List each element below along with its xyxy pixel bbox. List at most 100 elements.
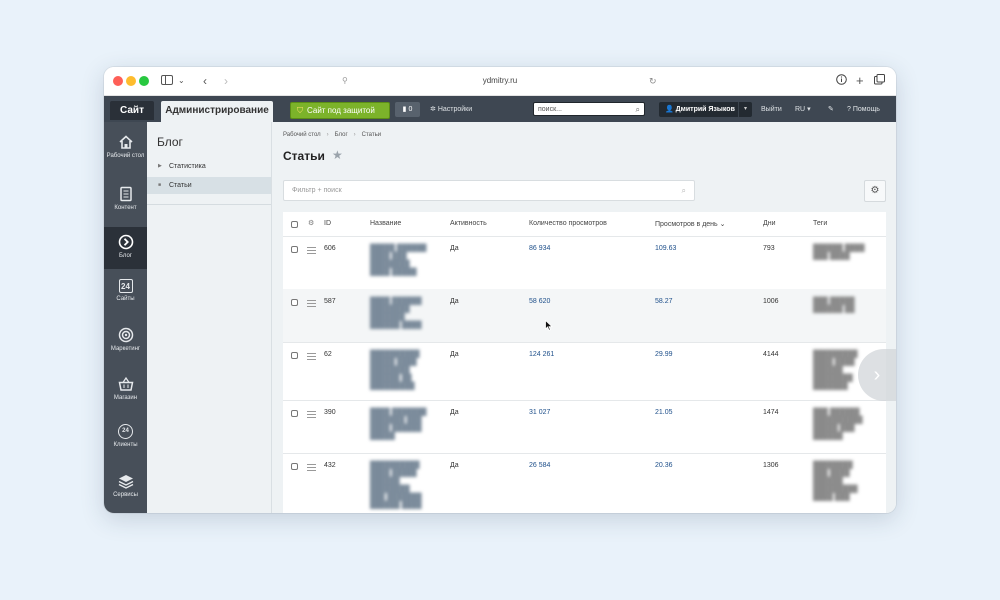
sub-nav-item-articles[interactable]: ■ Статьи <box>147 177 271 194</box>
document-icon <box>119 186 132 202</box>
row-checkbox[interactable] <box>291 463 298 470</box>
cell-tags-redacted: █████████ ████ ████ ██████ ████████ ███████ <box>813 351 858 390</box>
row-menu-icon[interactable] <box>307 353 316 362</box>
nav-item-blog[interactable]: Блог <box>104 227 147 269</box>
close-window-button[interactable] <box>113 76 123 86</box>
cell-name-redacted[interactable]: ██████████ █████ ████ ████████ ██████ ██ ███… <box>370 351 422 391</box>
row-checkbox[interactable] <box>291 410 298 417</box>
cell-name-redacted[interactable]: ██████████ ████ █████ ██████ ████████ ███ ██… <box>370 462 428 510</box>
nav-item-content[interactable]: Контент <box>104 186 147 212</box>
cell-name-redacted[interactable]: ████ ██████ ████████ ███████ ██████ ████ <box>370 298 426 330</box>
column-header-activity[interactable]: Активность <box>450 220 487 227</box>
gear-icon[interactable]: ⚙ <box>308 219 314 227</box>
column-header-tags[interactable]: Теги <box>813 220 827 227</box>
clock-label: 24 <box>122 428 129 434</box>
cell-id: 587 <box>324 298 336 305</box>
column-header-views[interactable]: Количество просмотров <box>529 220 607 227</box>
table-row[interactable]: 62 ██████████ █████ ████ ████████ ██████ ██… <box>283 342 886 401</box>
sidebar-toggle-icon[interactable] <box>161 73 173 89</box>
table-row[interactable]: 432 ██████████ ████ █████ ██████ ████████ ██… <box>283 453 886 513</box>
breadcrumb-item[interactable]: Блог <box>335 132 348 138</box>
cell-id: 432 <box>324 462 336 469</box>
column-header-id[interactable]: ID <box>324 220 331 227</box>
select-all-checkbox[interactable] <box>291 221 298 228</box>
sub-nav-item-statistics[interactable]: ▶ Статистика <box>147 158 271 175</box>
row-menu-icon[interactable] <box>307 411 316 420</box>
cell-name-redacted[interactable]: ████ ███████ ███████ ███ ████ ██████ █████ <box>370 409 432 441</box>
table-row[interactable]: 587 ████ ██████ ████████ ███████ ██████ ███… <box>283 289 886 343</box>
cell-days: 793 <box>763 245 775 252</box>
main-content: Рабочий стол › Блог › Статьи Статьи ★ Фильтр… <box>272 122 896 513</box>
forward-icon[interactable]: › <box>224 73 228 89</box>
page-settings-icon[interactable]: ⚲ <box>342 73 348 89</box>
star-icon[interactable]: ★ <box>332 148 343 162</box>
cell-views[interactable]: 26 584 <box>529 462 550 469</box>
language-label: RU <box>795 106 806 113</box>
cell-views-per-day[interactable]: 109.63 <box>655 245 676 252</box>
help-icon: ? <box>847 106 851 113</box>
admin-tab[interactable]: Администрирование <box>161 101 273 122</box>
cell-views-per-day[interactable]: 20.36 <box>655 462 673 469</box>
column-header-label: Просмотров в день <box>655 221 718 228</box>
column-header-days[interactable]: Дни <box>763 220 776 227</box>
table-row[interactable]: 606 █████ ██████ ████ ███ ████████ ████ ███… <box>283 236 886 290</box>
clock-24-icon: 24 <box>118 424 133 439</box>
chevron-down-icon[interactable]: ⌄ <box>178 73 185 89</box>
logout-link[interactable]: Выйти <box>761 102 782 117</box>
column-header-name[interactable]: Название <box>370 220 401 227</box>
nav-item-desktop[interactable]: Рабочий стол <box>104 134 147 160</box>
info-icon[interactable] <box>836 73 847 89</box>
table-row[interactable]: 390 ████ ███████ ███████ ███ ████ ██████ ██… <box>283 400 886 454</box>
nav-item-clients[interactable]: 24 Клиенты <box>104 424 147 449</box>
nav-label: Клиенты <box>113 442 138 448</box>
address-bar[interactable]: ydmitry.ru <box>404 74 596 88</box>
row-menu-icon[interactable] <box>307 300 316 309</box>
cell-views-per-day[interactable]: 21.05 <box>655 409 673 416</box>
notifications-button[interactable]: ▮ 0 <box>395 102 420 117</box>
cell-tags-redacted: ███ ██████ ██████████ █████ ███ ██████ <box>813 409 863 440</box>
row-checkbox[interactable] <box>291 246 298 253</box>
new-tab-icon[interactable]: + <box>856 73 864 89</box>
search-icon[interactable]: ⌕ <box>636 103 640 117</box>
row-menu-icon[interactable] <box>307 464 316 473</box>
cell-views[interactable]: 58 620 <box>529 298 550 305</box>
back-icon[interactable]: ‹ <box>203 73 207 89</box>
nav-item-services[interactable]: Сервисы <box>104 473 147 499</box>
tabs-overview-icon[interactable] <box>874 73 885 89</box>
nav-item-sites[interactable]: 24 Сайты <box>104 279 147 303</box>
cell-views-per-day[interactable]: 29.99 <box>655 351 673 358</box>
chevron-down-icon[interactable]: ▾ <box>738 102 752 117</box>
pin-icon[interactable]: ✎ <box>828 102 834 117</box>
cell-active: Да <box>450 245 459 252</box>
breadcrumb-item[interactable]: Рабочий стол <box>283 132 321 138</box>
chevron-right-icon: › <box>873 364 881 386</box>
cell-views-per-day[interactable]: 58.27 <box>655 298 673 305</box>
column-header-views-per-day[interactable]: Просмотров в день ⌄ <box>655 220 726 228</box>
help-button[interactable]: ? Помощь <box>847 102 880 117</box>
settings-button[interactable]: ✲ Настройки <box>430 102 472 117</box>
row-menu-icon[interactable] <box>307 247 316 256</box>
row-checkbox[interactable] <box>291 352 298 359</box>
cell-views[interactable]: 86 934 <box>529 245 550 252</box>
site-button[interactable]: Сайт <box>110 101 154 120</box>
grid-settings-button[interactable]: ⚙ <box>864 180 886 202</box>
sub-nav-label: Статистика <box>169 163 206 170</box>
search-input[interactable]: поиск... ⌕ <box>533 102 645 116</box>
user-menu-button[interactable]: 👤 Дмитрий Языков ▾ <box>659 102 752 117</box>
row-checkbox[interactable] <box>291 299 298 306</box>
cell-active: Да <box>450 351 459 358</box>
cell-views[interactable]: 124 261 <box>529 351 554 358</box>
breadcrumb-item[interactable]: Статьи <box>362 132 381 138</box>
nav-item-marketing[interactable]: Маркетинг <box>104 327 147 353</box>
language-selector[interactable]: RU ▾ <box>795 102 811 117</box>
cell-name-redacted[interactable]: █████ ██████ ████ ███ ████████ ████ █████ <box>370 245 434 277</box>
minimize-window-button[interactable] <box>126 76 136 86</box>
cell-views[interactable]: 31 027 <box>529 409 550 416</box>
site-protected-button[interactable]: ⛉ Сайт под защитой <box>290 102 390 119</box>
search-icon[interactable]: ⌕ <box>682 181 686 201</box>
calendar-day: 24 <box>121 282 130 291</box>
reload-icon[interactable]: ↻ <box>649 73 657 89</box>
maximize-window-button[interactable] <box>139 76 149 86</box>
filter-search-input[interactable]: Фильтр + поиск ⌕ <box>283 180 695 201</box>
nav-item-shop[interactable]: Магазин <box>104 376 147 402</box>
